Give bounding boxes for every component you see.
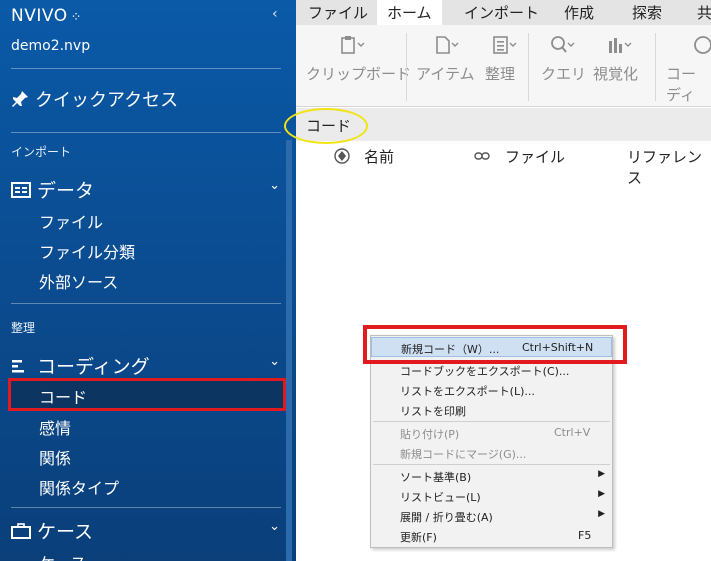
tab-import[interactable]: インポート xyxy=(464,2,539,23)
chevron-down-icon: ⌄ xyxy=(269,519,280,534)
tab-home[interactable]: ホーム xyxy=(377,0,442,25)
annotation-yellow-ellipse xyxy=(284,108,368,144)
visualize-icon[interactable] xyxy=(607,35,633,55)
menu-item-expand-collapse[interactable]: 展開 / 折り畳む(A) ▶ xyxy=(371,506,612,526)
logo-mark: ⁘ xyxy=(70,10,82,25)
menu-separator xyxy=(373,464,610,465)
cases-group-label: ケース xyxy=(37,521,94,543)
import-section-label: インポート xyxy=(11,145,72,159)
item-icon[interactable] xyxy=(434,35,460,55)
menu-item-label: リストビュー(L) xyxy=(400,491,481,504)
sidebar-item-cases[interactable]: ケース xyxy=(39,550,86,561)
query-group[interactable]: クエリ xyxy=(541,63,586,84)
organize-icon[interactable] xyxy=(492,35,518,55)
tab-explore[interactable]: 探索 xyxy=(632,2,662,23)
logo-text: NVIVO xyxy=(11,6,68,26)
menu-item-label: 展開 / 折り畳む(A) xyxy=(400,511,493,524)
sidebar-item-external-sources[interactable]: 外部ソース xyxy=(39,269,118,293)
quick-access-item[interactable]: クイックアクセス xyxy=(11,86,178,112)
menu-item-label: リストを印刷 xyxy=(400,405,466,418)
sidebar-item-codes[interactable]: コード xyxy=(8,378,286,411)
coding-ribbon-group[interactable]: コーディ xyxy=(666,63,711,105)
project-name: demo2.nvp xyxy=(11,38,91,54)
nvivo-logo: NVIVO ⁘ xyxy=(11,6,82,26)
menu-item-paste[interactable]: 貼り付け(P) Ctrl+V xyxy=(371,423,612,443)
data-group-header[interactable]: データ ⌄ xyxy=(11,176,280,203)
quick-access-label: クイックアクセス xyxy=(35,90,179,111)
divider xyxy=(11,303,281,304)
sidebar-item-sentiment[interactable]: 感情 xyxy=(39,415,71,439)
navigation-sidebar: NVIVO ⁘ ‹ demo2.nvp クイックアクセス インポート データ ⌄ … xyxy=(0,0,296,561)
ribbon-separator xyxy=(406,33,407,101)
menu-item-label: ソート基準(B) xyxy=(400,471,472,484)
organize-section-label: 整理 xyxy=(11,321,36,335)
sidebar-item-relationships[interactable]: 関係 xyxy=(39,445,71,469)
coding-icon xyxy=(12,359,24,372)
annotation-red-box xyxy=(363,325,627,364)
clipboard-group[interactable]: クリップボード xyxy=(306,63,411,84)
query-icon[interactable] xyxy=(550,35,576,55)
sidebar-item-relationship-types[interactable]: 関係タイプ xyxy=(39,475,119,499)
tab-create[interactable]: 作成 xyxy=(564,2,594,23)
column-header-name[interactable]: 名前 xyxy=(364,146,394,167)
menu-item-refresh[interactable]: 更新(F) F5 xyxy=(371,526,612,546)
coding-group-header[interactable]: コーディング ⌄ xyxy=(11,352,280,379)
data-icon xyxy=(11,181,31,198)
context-menu: 新規コード（W）... Ctrl+Shift+N コードブックをエクスポート(C… xyxy=(370,335,613,548)
pin-icon xyxy=(12,91,28,107)
menu-item-export-list[interactable]: リストをエクスポート(L)... xyxy=(371,380,612,400)
name-column-icon xyxy=(334,148,350,164)
clipboard-icon[interactable] xyxy=(339,35,365,55)
submenu-arrow-icon: ▶ xyxy=(598,509,605,519)
submenu-arrow-icon: ▶ xyxy=(598,489,605,499)
coding-group-label: コーディング xyxy=(37,356,150,378)
sidebar-item-file-classifications[interactable]: ファイル分類 xyxy=(39,239,135,263)
code-view-header: コード xyxy=(284,108,711,144)
tab-file[interactable]: ファイル xyxy=(308,2,368,23)
submenu-arrow-icon: ▶ xyxy=(598,469,605,479)
menu-item-label: リストをエクスポート(L)... xyxy=(400,385,535,398)
organize-group[interactable]: 整理 xyxy=(485,63,515,84)
menu-item-sort-by[interactable]: ソート基準(B) ▶ xyxy=(371,466,612,486)
menu-item-label: 更新(F) xyxy=(400,531,437,544)
menu-item-print-list[interactable]: リストを印刷 xyxy=(371,400,612,420)
briefcase-icon xyxy=(11,522,31,539)
menu-item-shortcut: Ctrl+V xyxy=(554,426,591,439)
menu-item-label: 新規コードにマージ(G)... xyxy=(400,448,527,461)
cases-group-header[interactable]: ケース ⌄ xyxy=(11,517,280,544)
menu-item-list-view[interactable]: リストビュー(L) ▶ xyxy=(371,486,612,506)
link-icon xyxy=(474,152,490,160)
menu-item-merge-new-code[interactable]: 新規コードにマージ(G)... xyxy=(371,443,612,463)
data-group-label: データ xyxy=(37,180,95,202)
column-header-files[interactable]: ファイル xyxy=(505,146,565,167)
item-group[interactable]: アイテム xyxy=(416,63,475,84)
sidebar-item-codes-label: コード xyxy=(39,388,88,407)
divider xyxy=(11,507,281,508)
sidebar-item-files[interactable]: ファイル xyxy=(39,209,103,233)
ribbon-home: クリップボード アイテム 整理 クエリ 視覚化 コーディ xyxy=(296,25,711,107)
ribbon-separator xyxy=(655,33,656,101)
coding-ribbon-icon[interactable] xyxy=(691,35,711,55)
column-header-references[interactable]: リファレンス xyxy=(627,146,711,188)
divider xyxy=(11,132,281,133)
ribbon-separator xyxy=(528,33,529,101)
divider xyxy=(11,68,281,69)
tab-share[interactable]: 共 xyxy=(697,2,711,23)
menu-item-shortcut: F5 xyxy=(578,529,592,542)
chevron-down-icon: ⌄ xyxy=(269,178,280,193)
sidebar-scrollbar[interactable] xyxy=(286,140,292,561)
menu-item-label: コードブックをエクスポート(C)... xyxy=(400,365,570,378)
collapse-sidebar-button[interactable]: ‹ xyxy=(272,6,278,22)
menu-item-label: 貼り付け(P) xyxy=(400,428,460,441)
menu-separator xyxy=(373,421,610,422)
ribbon-tab-bar: ファイル ホーム インポート 作成 探索 共 xyxy=(296,0,711,25)
visualize-group[interactable]: 視覚化 xyxy=(593,63,638,84)
chevron-down-icon: ⌄ xyxy=(269,354,280,369)
